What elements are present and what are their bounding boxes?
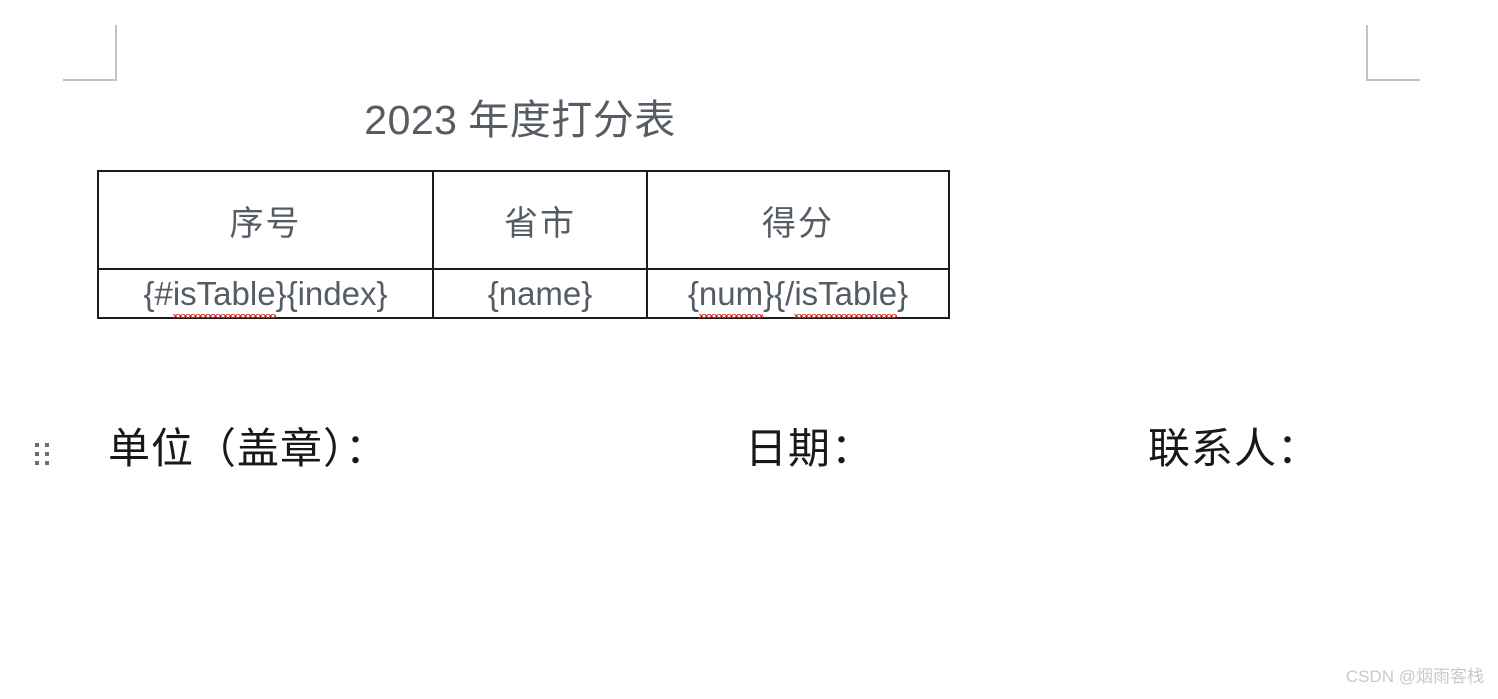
watermark: CSDN @烟雨客栈 <box>1345 667 1484 686</box>
handle-dot <box>45 452 49 456</box>
score-table: 序号 省市 得分 {#isTable}{index} {name} {num}{… <box>97 170 950 319</box>
document-title-text: 年度打分表 <box>457 97 676 143</box>
spellcheck-misspelling-istable: isTable <box>172 274 276 318</box>
handle-dot <box>45 461 49 465</box>
template-name-placeholder: {name} <box>487 274 593 312</box>
template-open-tag-prefix: {# <box>143 274 173 312</box>
margin-mark-horizontal-line <box>63 79 117 81</box>
table-header-row: 序号 省市 得分 <box>97 170 950 270</box>
table-header-cell-province: 省市 <box>432 170 648 270</box>
handle-dot <box>35 461 39 465</box>
table-header-cell-index: 序号 <box>97 170 434 270</box>
table-cell-name-template[interactable]: {name} <box>432 268 648 319</box>
document-title: 2023 年度打分表 <box>0 96 1040 145</box>
table-row[interactable]: {#isTable}{index} {name} {num}{/isTable} <box>97 268 950 319</box>
paragraph-move-handle-icon[interactable] <box>35 443 49 465</box>
handle-dot <box>35 443 39 447</box>
template-index-placeholder: }{index} <box>275 274 388 312</box>
template-brace-open: { <box>687 274 699 312</box>
template-close-tag-prefix: }{/ <box>763 274 795 312</box>
table-cell-num-template[interactable]: {num}{/isTable} <box>646 268 950 319</box>
page-margin-mark-top-left <box>63 25 117 81</box>
document-title-year: 2023 <box>364 97 458 143</box>
handle-dot <box>45 443 49 447</box>
spellcheck-misspelling-istable-close: isTable <box>794 274 898 318</box>
template-brace-close: } <box>897 274 909 312</box>
document-page: 2023 年度打分表 序号 省市 得分 {#isTable}{index} {n… <box>0 0 1498 699</box>
date-label: 日期： <box>745 427 875 473</box>
table-cell-index-template[interactable]: {#isTable}{index} <box>97 268 434 319</box>
margin-mark-vertical-line <box>115 25 117 81</box>
contact-person-label: 联系人： <box>1148 427 1321 473</box>
handle-dot <box>35 452 39 456</box>
page-margin-mark-top-right <box>1366 25 1420 81</box>
table-header-cell-score: 得分 <box>646 170 950 270</box>
margin-mark-horizontal-line <box>1366 79 1420 81</box>
spellcheck-misspelling-num: num <box>698 274 764 318</box>
unit-seal-label: 单位（盖章）： <box>108 427 389 473</box>
margin-mark-vertical-line <box>1366 25 1368 81</box>
